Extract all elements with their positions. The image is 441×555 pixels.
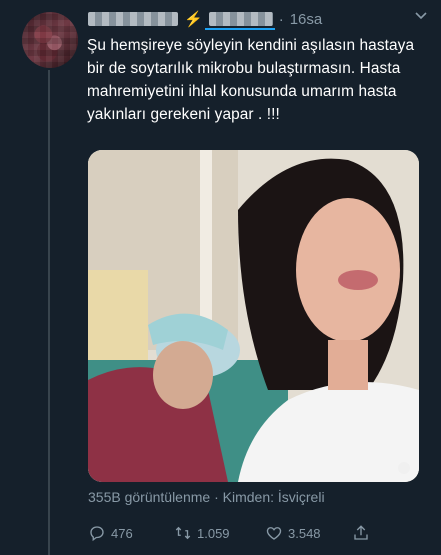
handle-underline (205, 28, 275, 30)
reply-icon (90, 526, 104, 542)
like-count: 3.548 (288, 525, 321, 541)
thread-connector-line (48, 70, 50, 555)
view-count-and-source: 355B görüntülenme · Kimden: İsviçreli (88, 489, 325, 505)
retweet-icon (175, 526, 191, 540)
retweet-button[interactable]: 1.059 (174, 520, 230, 546)
share-icon (354, 525, 368, 540)
retweet-count: 1.059 (197, 525, 230, 541)
redacted-display-name[interactable] (88, 12, 178, 26)
share-button[interactable] (352, 520, 370, 546)
chevron-down-icon[interactable] (415, 10, 427, 22)
tweet-header: ⚡ · 16sa (88, 8, 322, 30)
like-button[interactable]: 3.548 (265, 520, 321, 546)
tweet-text: Şu hemşireye söyleyin kendini aşılasın h… (87, 37, 415, 123)
reply-button[interactable]: 476 (88, 520, 133, 546)
tweet-video-thumbnail[interactable] (88, 150, 419, 482)
reply-count: 476 (111, 525, 133, 541)
header-separator: · (278, 10, 284, 28)
tweet-actions-bar: 476 1.059 3.548 (88, 520, 418, 546)
avatar[interactable] (22, 12, 78, 68)
timestamp[interactable]: 16sa (290, 11, 323, 28)
redacted-username[interactable] (208, 12, 273, 26)
lightning-bolt-icon: ⚡ (184, 11, 203, 28)
heart-icon (266, 527, 282, 540)
